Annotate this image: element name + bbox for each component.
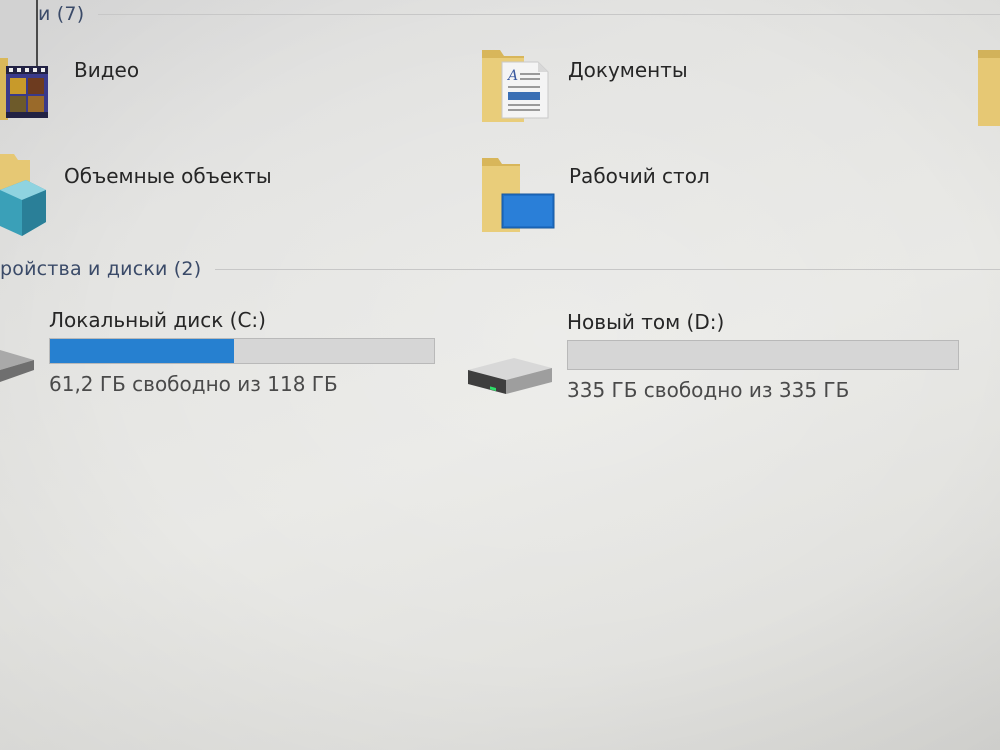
section-divider	[215, 268, 1000, 270]
video-folder-icon[interactable]	[0, 56, 52, 122]
section-title-folders: и (7)	[38, 3, 85, 25]
desktop-folder-icon[interactable]	[480, 154, 556, 234]
drive-usage-fill-c	[50, 339, 235, 363]
folder-item-documents[interactable]: Документы	[568, 58, 688, 82]
drive-usage-bar-c	[49, 338, 435, 364]
folder-item-video[interactable]: Видео	[74, 58, 139, 82]
section-divider	[98, 13, 1000, 15]
drive-name-d: Новый том (D:)	[567, 310, 725, 334]
folder-label-desktop: Рабочий стол	[569, 164, 710, 188]
svg-text:A: A	[506, 68, 518, 84]
folder-item-3d-objects[interactable]: Объемные объекты	[64, 164, 272, 188]
drive-item-c[interactable]: Локальный диск (C:) 61,2 ГБ свободно из …	[49, 308, 435, 396]
section-header-folders[interactable]: и (7)	[38, 3, 1000, 25]
drive-free-space-d: 335 ГБ свободно из 335 ГБ	[567, 378, 850, 402]
drive-icon-c[interactable]	[0, 340, 40, 388]
folder-label-3d-objects: Объемные объекты	[64, 164, 272, 188]
drive-name-c: Локальный диск (C:)	[49, 308, 266, 332]
folder-label-video: Видео	[74, 58, 140, 82]
documents-folder-icon[interactable]: A	[480, 46, 552, 126]
folder-label-documents: Документы	[568, 58, 688, 82]
folder-icon[interactable]	[976, 48, 1000, 128]
section-header-drives[interactable]: ройства и диски (2)	[0, 258, 1000, 280]
section-title-drives: ройства и диски (2)	[0, 258, 202, 280]
drive-usage-bar-d	[567, 340, 959, 370]
drive-icon-d[interactable]	[466, 352, 554, 398]
drive-item-d[interactable]: Новый том (D:) 335 ГБ свободно из 335 ГБ	[567, 310, 959, 402]
3d-objects-folder-icon[interactable]	[0, 150, 48, 240]
drive-free-space-c: 61,2 ГБ свободно из 118 ГБ	[49, 372, 338, 396]
folder-item-desktop[interactable]: Рабочий стол	[569, 164, 710, 188]
